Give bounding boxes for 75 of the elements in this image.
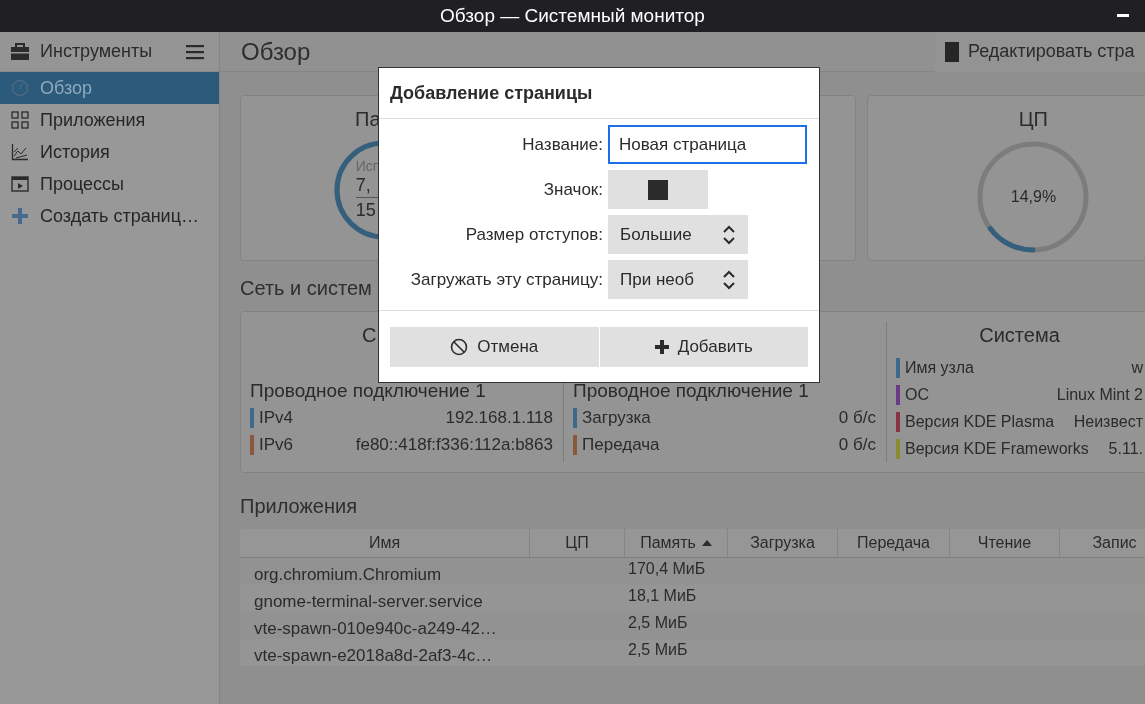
- table-cell-text: org.chromium.Chromium: [253, 564, 443, 585]
- column-header[interactable]: Передача: [838, 529, 950, 557]
- table-cell-text: gnome-terminal-server.service: [253, 591, 484, 612]
- square-icon: [945, 41, 959, 62]
- window-title: Обзор — Системный монитор: [440, 5, 705, 27]
- memory-reading: 15: [355, 199, 376, 221]
- section-title: Приложения: [240, 495, 357, 519]
- table-cell-text: vte-spawn-e2018a8d-2af3-4c…: [253, 645, 494, 666]
- row-value: fe80::418f:f336:112a:b863: [354, 434, 553, 455]
- square-icon: [648, 179, 668, 200]
- sidebar-item[interactable]: История: [0, 136, 219, 168]
- row-value: 5.11.: [1107, 439, 1143, 458]
- menu-icon[interactable]: [185, 43, 205, 60]
- grid-icon: [11, 111, 29, 129]
- toolbox-icon: [10, 42, 30, 61]
- sidebar-item[interactable]: Создать страниц…: [0, 200, 219, 232]
- name-field[interactable]: Новая страница: [608, 125, 807, 164]
- sidebar-title: Инструменты: [40, 41, 154, 62]
- cancel-icon: [450, 338, 469, 356]
- gauge-icon: [11, 79, 29, 97]
- row-label: Версия KDE Plasma: [905, 412, 1055, 431]
- column-title: С: [362, 324, 377, 348]
- row-value: Неизвест: [1072, 412, 1143, 431]
- column-header[interactable]: Загрузка: [728, 529, 838, 557]
- table-cell-text: 18,1 МиБ: [627, 586, 698, 605]
- combo-box[interactable]: Большие: [608, 215, 748, 254]
- field-label: Загружать эту страницу:: [409, 269, 603, 290]
- column-title: Система: [978, 324, 1061, 348]
- window-play-icon: [11, 175, 29, 193]
- card-title: ЦП: [1018, 108, 1048, 132]
- row-label: Передача: [582, 434, 660, 455]
- add-button[interactable]: Добавить: [599, 327, 808, 367]
- sidebar-item[interactable]: Приложения: [0, 104, 219, 136]
- row-value: 192.168.1.118: [444, 407, 553, 428]
- page-title: Обзор: [240, 37, 312, 66]
- row-label: Имя узла: [905, 358, 974, 377]
- row-value: Linux Mint 2: [1055, 385, 1143, 404]
- memory-reading: 7,: [355, 174, 371, 196]
- field-label: Размер отступов:: [464, 224, 603, 245]
- sort-arrow-icon: [701, 540, 712, 546]
- table-cell-text: 2,5 МиБ: [627, 613, 689, 632]
- line-chart-icon: [11, 143, 29, 161]
- connection-name: Проводное подключение 1: [573, 380, 810, 403]
- plus-icon: [654, 340, 669, 354]
- table-cell-text: 170,4 МиБ: [627, 559, 707, 578]
- sidebar-item[interactable]: Процессы: [0, 168, 219, 200]
- column-header[interactable]: Память: [625, 529, 728, 557]
- column-header[interactable]: Запис: [1060, 529, 1145, 557]
- cpu-reading: 14,9%: [1009, 188, 1058, 206]
- plus-icon: [11, 207, 29, 225]
- column-header[interactable]: Имя: [240, 529, 530, 557]
- row-label: IPv6: [259, 434, 294, 455]
- row-value: 0 б/с: [837, 407, 876, 428]
- updown-icon: [722, 223, 736, 246]
- column-header[interactable]: Чтение: [950, 529, 1060, 557]
- icon-picker-button[interactable]: [608, 170, 708, 209]
- field-label: Название:: [521, 134, 603, 155]
- table-cell-text: 2,5 МиБ: [627, 640, 689, 659]
- row-value: 0 б/с: [837, 434, 876, 455]
- column-header[interactable]: ЦП: [530, 529, 625, 557]
- row-label: IPv4: [259, 407, 294, 428]
- cancel-button[interactable]: Отмена: [390, 327, 599, 367]
- table-cell-text: vte-spawn-010e940c-a249-42…: [253, 618, 498, 639]
- row-label: Версия KDE Frameworks: [905, 439, 1089, 458]
- minimize-icon[interactable]: [1117, 14, 1129, 18]
- updown-icon: [722, 268, 736, 291]
- row-label: ОС: [905, 385, 929, 404]
- section-title: Сеть и систем: [240, 277, 372, 301]
- dialog-title: Добавление страницы: [379, 68, 819, 119]
- connection-name: Проводное подключение 1: [250, 380, 487, 403]
- combo-box[interactable]: При необ: [608, 260, 748, 299]
- row-label: Загрузка: [582, 407, 651, 428]
- field-label: Значок:: [542, 179, 603, 200]
- sidebar-item[interactable]: Обзор: [0, 72, 219, 104]
- row-value: w: [1130, 358, 1143, 377]
